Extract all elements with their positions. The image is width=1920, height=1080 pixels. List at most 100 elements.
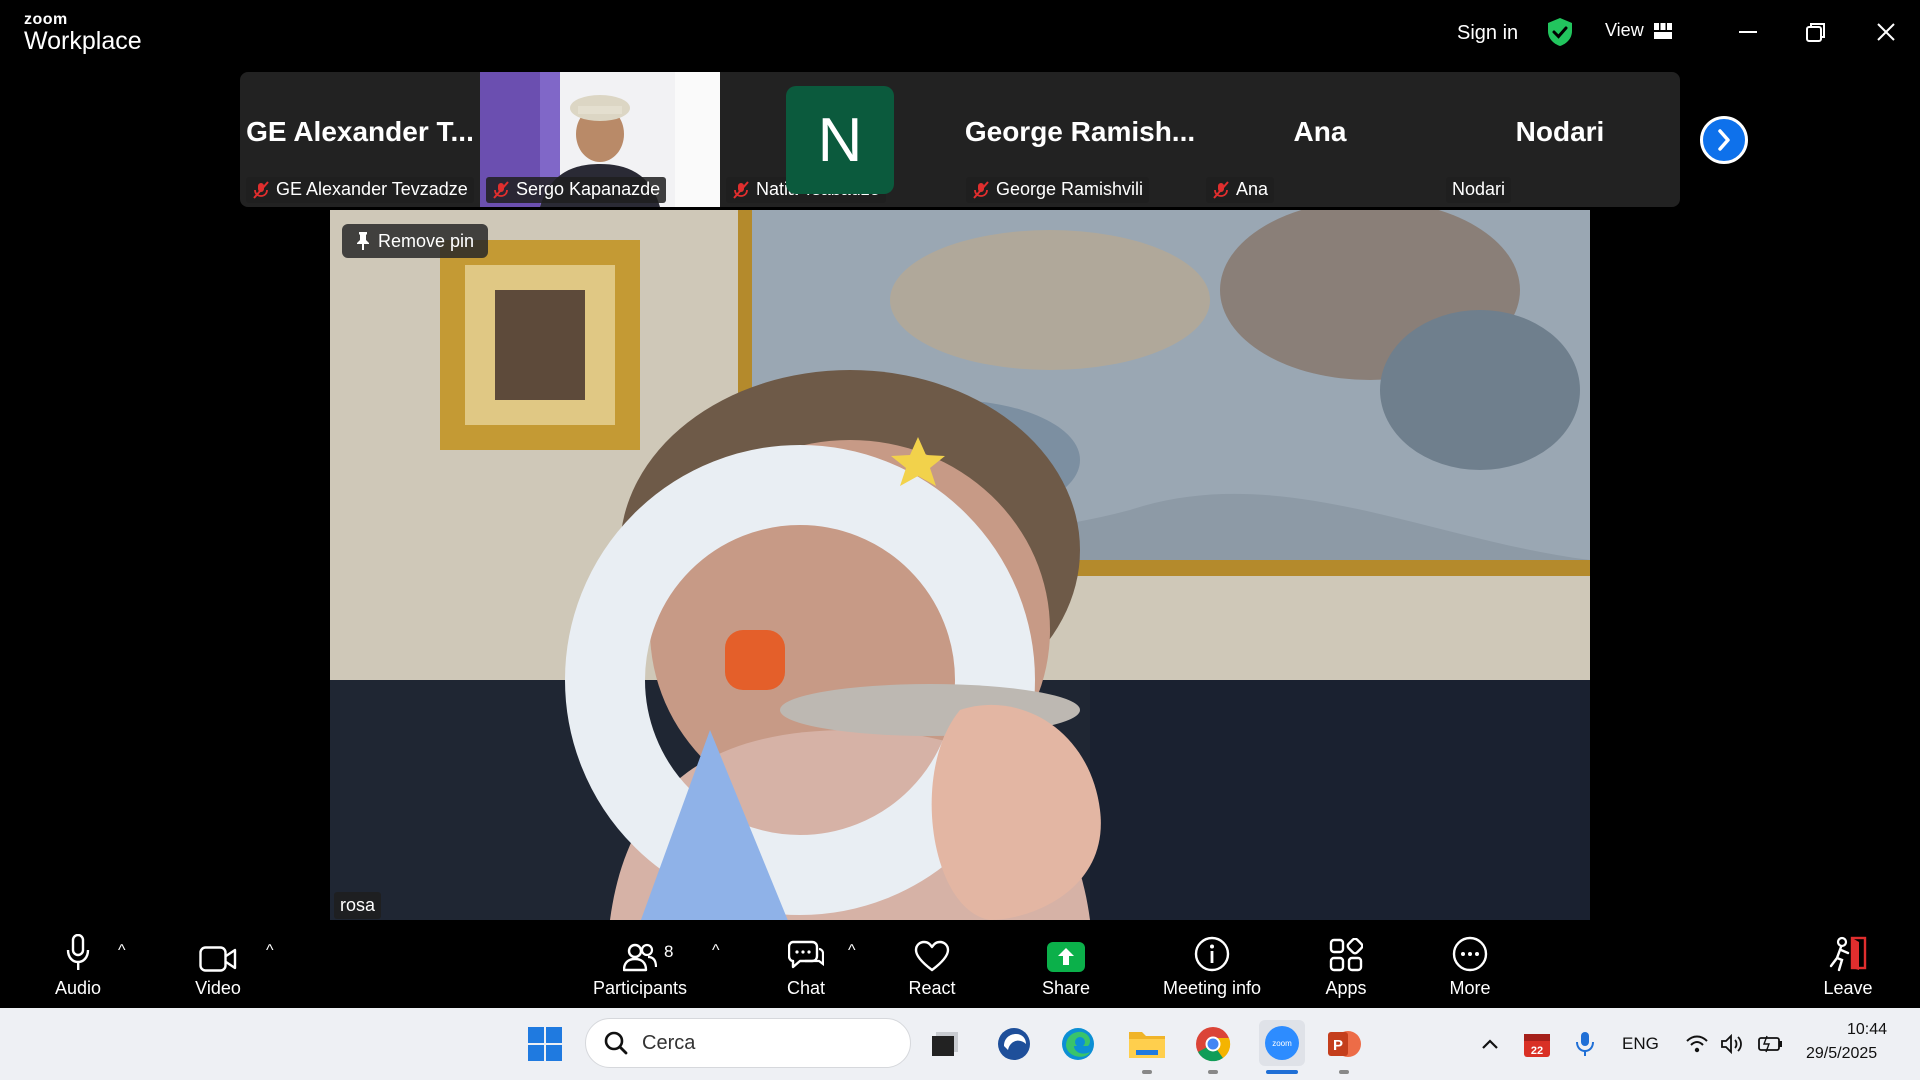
participants-label: Participants	[592, 978, 688, 998]
sign-in-link[interactable]: Sign in	[1457, 22, 1518, 45]
zoom-app-icon: zoom	[1265, 1026, 1299, 1060]
leave-label: Leave	[1823, 978, 1873, 998]
video-label: Video	[195, 978, 241, 998]
video-camera-icon	[199, 946, 237, 972]
app-active-indicator	[1266, 1070, 1298, 1074]
taskbar-app-chrome[interactable]	[1193, 1024, 1233, 1064]
close-icon	[1877, 23, 1895, 41]
video-button[interactable]: Video	[182, 920, 254, 1008]
chrome-browser-icon	[1196, 1027, 1231, 1062]
meeting-info-button[interactable]: Meeting info	[1152, 920, 1272, 1008]
wifi-icon	[1686, 1035, 1708, 1053]
pin-icon	[357, 232, 369, 250]
logo-line1: zoom	[24, 11, 68, 28]
tray-microphone[interactable]	[1565, 1024, 1605, 1064]
more-icon	[1452, 936, 1488, 972]
restore-button[interactable]	[1796, 14, 1836, 50]
battery-icon	[1758, 1035, 1782, 1053]
more-label: More	[1449, 978, 1491, 998]
audio-button[interactable]: Audio	[42, 920, 114, 1008]
search-icon	[604, 1031, 628, 1055]
taskbar-app-file-explorer[interactable]	[1127, 1024, 1167, 1064]
clock-time[interactable]: 10:44	[1847, 1021, 1887, 1039]
microphone-icon	[1576, 1032, 1594, 1056]
more-button[interactable]: More	[1434, 920, 1506, 1008]
remove-pin-button[interactable]: Remove pin	[342, 224, 489, 258]
share-button[interactable]: Share	[1030, 920, 1102, 1008]
view-button[interactable]: View	[1605, 20, 1672, 41]
meeting-info-label: Meeting info	[1162, 978, 1262, 998]
participant-tile[interactable]: George Ramish... George Ramishvili	[960, 72, 1200, 207]
task-view-button[interactable]	[925, 1024, 965, 1064]
apps-button[interactable]: Apps	[1310, 920, 1382, 1008]
audio-options-caret[interactable]: ^	[118, 942, 126, 960]
participant-tile[interactable]: Ana Ana	[1200, 72, 1440, 207]
taskbar-app-shield[interactable]	[994, 1024, 1034, 1064]
chat-label: Chat	[786, 978, 826, 998]
participant-name: Ana	[1236, 179, 1269, 199]
edge-browser-icon	[1062, 1028, 1094, 1060]
minimize-icon	[1739, 31, 1757, 33]
react-label: React	[908, 978, 956, 998]
taskbar-app-powerpoint[interactable]: P	[1324, 1024, 1364, 1064]
tray-wifi[interactable]	[1677, 1024, 1717, 1064]
participant-display-name: GE Alexander T...	[246, 116, 474, 147]
participant-name: Nodari	[1452, 179, 1506, 199]
participant-tile[interactable]: Nodari Nodari	[1440, 72, 1680, 207]
powerpoint-icon: P	[1328, 1031, 1361, 1057]
participant-tile[interactable]: GE Alexander T... GE Alexander Tevzadze	[240, 72, 480, 207]
chat-button[interactable]: Chat	[770, 920, 842, 1008]
view-label: View	[1605, 20, 1644, 40]
participants-options-caret[interactable]: ^	[712, 942, 720, 960]
participant-display-name: Ana	[1293, 116, 1347, 147]
leave-button[interactable]: Leave	[1812, 920, 1884, 1008]
title-bar: zoom Workplace Sign in View	[0, 0, 1920, 68]
participant-name: George Ramishvili	[996, 179, 1144, 199]
chat-icon	[788, 940, 824, 969]
taskbar-search[interactable]: Cerca	[585, 1018, 911, 1068]
react-button[interactable]: React	[896, 920, 968, 1008]
mic-muted-icon	[253, 180, 269, 199]
microphone-icon	[66, 934, 90, 970]
svg-text:zoom: zoom	[1272, 1039, 1292, 1048]
tray-volume[interactable]	[1712, 1024, 1752, 1064]
participant-label: Nodari	[1446, 177, 1512, 203]
participants-button[interactable]: Participants	[584, 920, 696, 1008]
clock-date[interactable]: 29/5/2025	[1806, 1045, 1877, 1063]
tray-overflow-button[interactable]	[1470, 1024, 1510, 1064]
app-running-indicator	[1142, 1070, 1152, 1074]
windows-logo-icon	[528, 1027, 562, 1061]
participants-count: 8	[664, 942, 674, 961]
app-running-indicator	[1208, 1070, 1218, 1074]
minimize-button[interactable]	[1728, 14, 1768, 50]
language-indicator[interactable]: ENG	[1622, 1034, 1659, 1054]
taskbar-app-edge[interactable]	[1058, 1024, 1098, 1064]
video-options-caret[interactable]: ^	[266, 942, 274, 960]
app-running-indicator	[1339, 1070, 1349, 1074]
taskbar-app-zoom[interactable]: zoom	[1259, 1020, 1305, 1066]
volume-icon	[1721, 1034, 1742, 1054]
logo-line2: Workplace	[24, 27, 142, 55]
tray-battery[interactable]	[1751, 1024, 1791, 1064]
start-button[interactable]	[525, 1024, 565, 1064]
calendar-badge: 22	[1531, 1045, 1543, 1057]
restore-icon	[1806, 23, 1825, 42]
calendar-icon: 22	[1524, 1034, 1550, 1057]
participant-name: Sergo Kapanazde	[516, 179, 661, 199]
next-page-button[interactable]	[1700, 116, 1748, 164]
participant-tile[interactable]: Sergo Kapanazde	[480, 72, 720, 207]
share-label: Share	[1041, 978, 1091, 998]
chat-options-caret[interactable]: ^	[848, 942, 856, 960]
remove-pin-label: Remove pin	[378, 230, 475, 251]
participant-label: Ana	[1206, 177, 1275, 203]
participant-display-name: George Ramish...	[964, 116, 1196, 147]
zoom-workplace-logo: zoom Workplace	[24, 12, 142, 54]
shield-icon[interactable]	[1546, 17, 1574, 52]
folder-icon	[1129, 1032, 1165, 1058]
tray-calendar-app[interactable]: 22	[1517, 1024, 1557, 1064]
participant-label: Sergo Kapanazde	[486, 177, 667, 203]
participant-label: George Ramishvili	[966, 177, 1150, 203]
close-button[interactable]	[1866, 14, 1906, 50]
grid-icon	[1653, 22, 1672, 39]
info-icon	[1194, 936, 1230, 972]
